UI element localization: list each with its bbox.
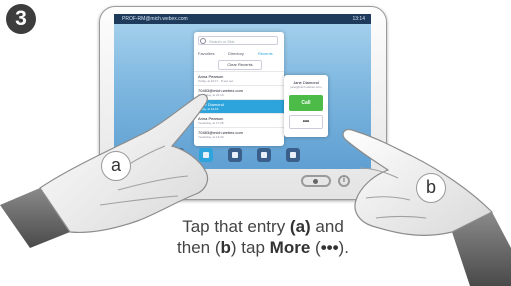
callout-label-b: b: [416, 173, 446, 203]
caption-key-b: b: [220, 238, 231, 257]
right-hand: [342, 129, 511, 286]
caption-key-a: (a): [289, 217, 311, 236]
caption-line-2: then (b) tap More (•••).: [118, 237, 408, 258]
caption-text: and: [310, 217, 344, 236]
caption-key-more: More: [269, 238, 311, 257]
caption-line-1: Tap that entry (a) and: [118, 216, 408, 237]
instruction-caption: Tap that entry (a) and then (b) tap More…: [118, 216, 408, 258]
caption-text: Tap that entry: [182, 217, 290, 236]
caption-more-dots: •••: [320, 238, 339, 257]
callout-label-a: a: [101, 151, 131, 181]
caption-text: ).: [338, 238, 349, 257]
caption-text: ) tap: [230, 238, 270, 257]
caption-text: (: [310, 238, 321, 257]
caption-text: then (: [177, 238, 221, 257]
